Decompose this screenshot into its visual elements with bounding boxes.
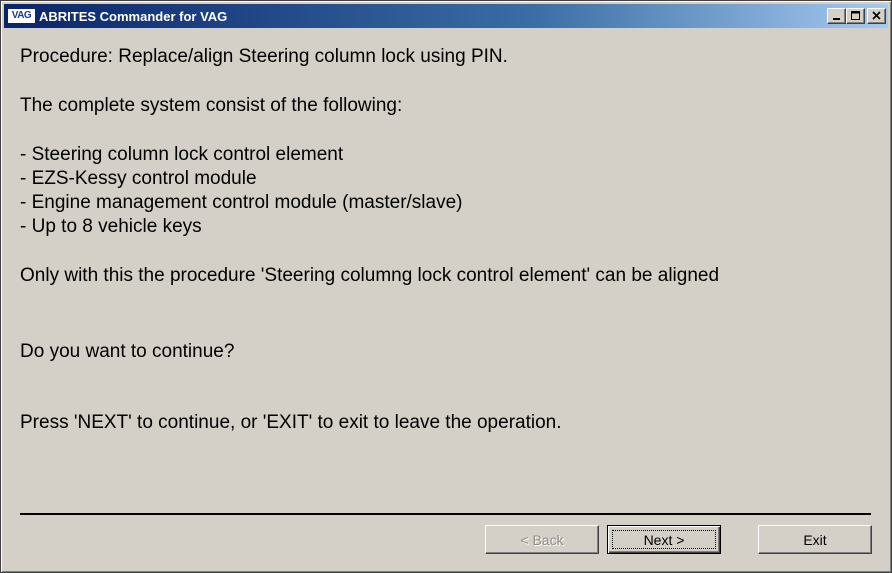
procedure-title: Procedure: Replace/align Steering column… <box>20 46 508 67</box>
next-button[interactable]: Next > <box>607 525 721 554</box>
close-button[interactable] <box>867 8 886 24</box>
focus-rectangle <box>612 530 716 549</box>
list-item: - Up to 8 vehicle keys <box>20 216 202 237</box>
app-logo-icon: VAG <box>8 9 35 23</box>
system-intro-text: The complete system consist of the follo… <box>20 95 403 116</box>
alignment-note: Only with this the procedure 'Steering c… <box>20 265 720 286</box>
minimize-icon <box>832 18 840 20</box>
title-bar-buttons <box>827 8 886 24</box>
maximize-button[interactable] <box>846 8 865 24</box>
instruction-text: Press 'NEXT' to continue, or 'EXIT' to e… <box>20 412 562 433</box>
list-item: - EZS-Kessy control module <box>20 168 257 189</box>
close-icon <box>871 11 881 20</box>
continue-question: Do you want to continue? <box>20 341 235 362</box>
back-button[interactable]: < Back <box>485 525 599 554</box>
button-separator <box>20 513 871 515</box>
wizard-window: VAG ABRITES Commander for VAG Procedure:… <box>0 0 892 573</box>
maximize-icon <box>850 11 860 20</box>
list-item: - Engine management control module (mast… <box>20 192 463 213</box>
exit-button[interactable]: Exit <box>758 525 872 554</box>
minimize-button[interactable] <box>827 8 846 24</box>
window-title: ABRITES Commander for VAG <box>39 8 228 24</box>
title-bar: VAG ABRITES Commander for VAG <box>4 4 888 28</box>
list-item: - Steering column lock control element <box>20 144 344 165</box>
